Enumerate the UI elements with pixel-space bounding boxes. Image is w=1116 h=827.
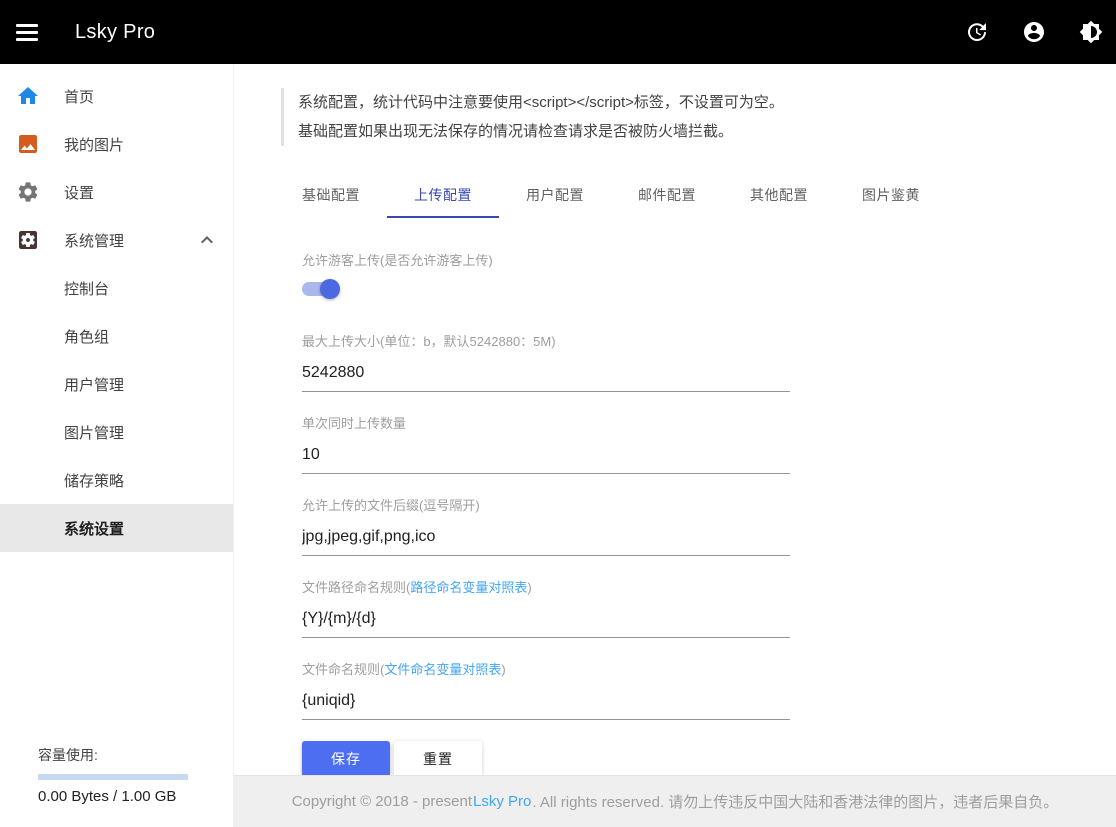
sidebar-subitem-console[interactable]: 控制台 — [0, 264, 233, 312]
field-label: 允许上传的文件后缀(逗号隔开) — [302, 495, 790, 514]
refresh-icon[interactable] — [965, 20, 989, 44]
home-icon — [16, 84, 40, 108]
field-label: 文件命名规则(文件命名变量对照表) — [302, 659, 790, 678]
notice-line-1: 系统配置，统计代码中注意要使用<script></script>标签，不设置可为… — [298, 88, 1116, 117]
file-naming-variables-link[interactable]: 文件命名变量对照表 — [384, 662, 501, 677]
upload-config-form: 允许游客上传(是否允许游客上传) 最大上传大小(单位：b，默认5242880：5… — [302, 250, 790, 775]
copyright-prefix: Copyright © 2018 - present — [292, 793, 472, 810]
account-icon[interactable] — [1022, 20, 1046, 44]
tab-basic-config[interactable]: 基础配置 — [275, 173, 387, 218]
sidebar-item-home[interactable]: 首页 — [0, 72, 233, 120]
allow-guest-upload-switch[interactable] — [302, 279, 340, 299]
settings-tabs: 基础配置 上传配置 用户配置 邮件配置 其他配置 图片鉴黄 — [275, 173, 1116, 218]
tab-upload-config[interactable]: 上传配置 — [387, 173, 499, 218]
sidebar-item-settings[interactable]: 设置 — [0, 168, 233, 216]
image-icon — [16, 132, 40, 156]
capacity-progress-bar — [38, 774, 188, 780]
field-label: 最大上传大小(单位：b，默认5242880：5M) — [302, 331, 790, 350]
file-naming-rule-input[interactable] — [302, 686, 790, 720]
sidebar-subitem-storage-policy[interactable]: 储存策略 — [0, 456, 233, 504]
path-naming-variables-link[interactable]: 路径命名变量对照表 — [410, 580, 527, 595]
app-title: Lsky Pro — [75, 21, 155, 44]
field-max-upload-size: 最大上传大小(单位：b，默认5242880：5M) — [302, 331, 790, 392]
field-allowed-extensions: 允许上传的文件后缀(逗号隔开) — [302, 495, 790, 556]
sidebar-subitem-label: 控制台 — [64, 278, 109, 299]
lsky-pro-link[interactable]: Lsky Pro — [473, 793, 531, 810]
allowed-extensions-input[interactable] — [302, 522, 790, 556]
notice-block: 系统配置，统计代码中注意要使用<script></script>标签，不设置可为… — [281, 88, 1116, 146]
reset-button[interactable]: 重置 — [394, 741, 482, 775]
capacity-usage: 容量使用: 0.00 Bytes / 1.00 GB — [38, 745, 190, 805]
field-file-naming-rule: 文件命名规则(文件命名变量对照表) — [302, 659, 790, 720]
sidebar-item-label: 首页 — [64, 86, 94, 107]
sidebar-subitem-label: 储存策略 — [64, 470, 124, 491]
chevron-up-icon — [195, 228, 219, 252]
field-label: 允许游客上传(是否允许游客上传) — [302, 250, 790, 269]
field-label: 文件路径命名规则(路径命名变量对照表) — [302, 577, 790, 596]
sidebar-subitem-label: 图片管理 — [64, 422, 124, 443]
capacity-label: 容量使用: — [38, 745, 190, 765]
main-content: 系统配置，统计代码中注意要使用<script></script>标签，不设置可为… — [234, 64, 1116, 775]
theme-toggle-icon[interactable] — [1079, 20, 1103, 44]
label-text: ) — [527, 580, 531, 595]
sidebar-subitem-system-settings[interactable]: 系统设置 — [0, 504, 233, 552]
tab-other-config[interactable]: 其他配置 — [723, 173, 835, 218]
sidebar-item-system-management[interactable]: 系统管理 — [0, 216, 233, 264]
notice-line-2: 基础配置如果出现无法保存的情况请检查请求是否被防火墙拦截。 — [298, 117, 1116, 146]
footer: Copyright © 2018 - present Lsky Pro . Al… — [234, 775, 1116, 827]
sidebar-subitem-role-groups[interactable]: 角色组 — [0, 312, 233, 360]
tab-user-config[interactable]: 用户配置 — [499, 173, 611, 218]
sidebar-item-label: 设置 — [64, 182, 94, 203]
sidebar-item-label: 系统管理 — [64, 230, 124, 251]
system-gear-icon — [16, 228, 40, 252]
hamburger-menu-icon[interactable] — [16, 24, 38, 41]
appbar-actions — [965, 20, 1103, 44]
label-text: 文件路径命名规则( — [302, 580, 410, 595]
max-upload-size-input[interactable] — [302, 358, 790, 392]
tab-image-moderation[interactable]: 图片鉴黄 — [835, 173, 947, 218]
capacity-usage-text: 0.00 Bytes / 1.00 GB — [38, 788, 190, 805]
sidebar-item-label: 我的图片 — [64, 134, 124, 155]
field-label: 单次同时上传数量 — [302, 413, 790, 432]
label-text: 文件命名规则( — [302, 662, 384, 677]
copyright-suffix: . All rights reserved. 请勿上传违反中国大陆和香港法律的图… — [532, 791, 1058, 812]
field-allow-guest-upload: 允许游客上传(是否允许游客上传) — [302, 250, 790, 299]
switch-thumb — [320, 279, 340, 299]
app-bar: Lsky Pro — [0, 0, 1116, 64]
field-concurrent-upload-count: 单次同时上传数量 — [302, 413, 790, 474]
sidebar: 首页 我的图片 设置 系统管理 控制台 角色组 — [0, 64, 234, 827]
concurrent-upload-count-input[interactable] — [302, 440, 790, 474]
tab-mail-config[interactable]: 邮件配置 — [611, 173, 723, 218]
sidebar-subitem-label: 角色组 — [64, 326, 109, 347]
sidebar-item-my-images[interactable]: 我的图片 — [0, 120, 233, 168]
sidebar-subitem-label: 用户管理 — [64, 374, 124, 395]
field-path-naming-rule: 文件路径命名规则(路径命名变量对照表) — [302, 577, 790, 638]
form-buttons: 保存 重置 — [302, 741, 790, 775]
sidebar-subitem-label: 系统设置 — [64, 518, 124, 539]
save-button[interactable]: 保存 — [302, 741, 390, 775]
sidebar-subitem-user-management[interactable]: 用户管理 — [0, 360, 233, 408]
label-text: ) — [501, 662, 505, 677]
path-naming-rule-input[interactable] — [302, 604, 790, 638]
gear-icon — [16, 180, 40, 204]
sidebar-nav: 首页 我的图片 设置 系统管理 控制台 角色组 — [0, 64, 233, 552]
sidebar-subitem-image-management[interactable]: 图片管理 — [0, 408, 233, 456]
